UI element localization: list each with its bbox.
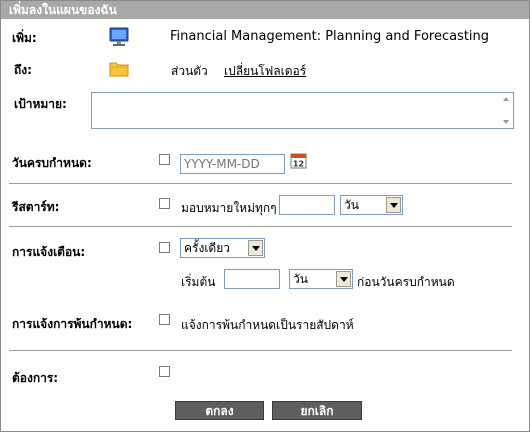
folder-name: ส่วนตัว bbox=[171, 64, 208, 78]
restart-text: มอบหมายใหม่ทุกๆ bbox=[181, 201, 277, 215]
restart-checkbox[interactable] bbox=[159, 198, 170, 209]
dialog-title: เพิ่มลงในแผนของฉัน bbox=[1, 1, 529, 19]
overdue-text: แจ้งการพ้นกำหนดเป็นรายสัปดาห์ bbox=[181, 318, 354, 332]
reminder-start-input[interactable] bbox=[224, 269, 280, 289]
restart-unit-value: วัน bbox=[344, 198, 359, 212]
divider bbox=[9, 350, 512, 351]
ok-button[interactable]: ตกลง bbox=[175, 401, 264, 420]
change-folder-link[interactable]: เปลี่ยนโฟลเดอร์ bbox=[224, 62, 306, 81]
chevron-down-icon bbox=[336, 271, 351, 287]
computer-monitor-icon bbox=[108, 26, 130, 48]
due-date-input[interactable] bbox=[180, 154, 285, 174]
reminder-unit-select[interactable]: วัน bbox=[289, 269, 353, 289]
folder-icon bbox=[109, 59, 129, 77]
chevron-down-icon bbox=[248, 240, 263, 256]
add-to-plan-dialog: เพิ่มลงในแผนของฉัน เพิ่ม: Financial Mana… bbox=[0, 0, 530, 432]
calendar-icon[interactable]: 12 bbox=[290, 152, 308, 170]
reminder-frequency-value: ครั้งเดียว bbox=[184, 241, 230, 255]
chevron-down-icon bbox=[386, 197, 401, 213]
reminder-frequency-select[interactable]: ครั้งเดียว bbox=[180, 238, 265, 258]
reminder-suffix: ก่อนวันครบกำหนด bbox=[357, 275, 455, 289]
goal-textarea[interactable] bbox=[91, 92, 514, 129]
restart-label: รีสตาร์ท: bbox=[12, 200, 60, 214]
required-label: ต้องการ: bbox=[12, 371, 59, 385]
course-title: Financial Management: Planning and Forec… bbox=[170, 29, 490, 44]
overdue-label: การแจ้งการพ้นกำหนด: bbox=[12, 317, 133, 331]
goal-scrollbar[interactable] bbox=[499, 93, 513, 128]
due-date-label: วันครบกำหนด: bbox=[12, 156, 92, 170]
reminder-label: การแจ้งเตือน: bbox=[12, 245, 86, 259]
calendar-day: 12 bbox=[293, 160, 304, 169]
divider bbox=[9, 183, 512, 184]
divider bbox=[9, 226, 512, 227]
goal-label: เป้าหมาย: bbox=[14, 97, 67, 111]
cancel-button[interactable]: ยกเลิก bbox=[272, 401, 362, 420]
reminder-start-label: เริ่มต้น bbox=[181, 275, 216, 289]
to-label: ถึง: bbox=[14, 63, 32, 77]
due-date-checkbox[interactable] bbox=[159, 154, 170, 165]
restart-unit-select[interactable]: วัน bbox=[340, 195, 403, 215]
overdue-checkbox[interactable] bbox=[159, 314, 170, 325]
reminder-checkbox[interactable] bbox=[159, 242, 170, 253]
restart-interval-input[interactable] bbox=[279, 195, 335, 215]
add-label: เพิ่ม: bbox=[12, 31, 37, 45]
reminder-unit-value: วัน bbox=[293, 272, 308, 286]
required-checkbox[interactable] bbox=[159, 366, 170, 377]
